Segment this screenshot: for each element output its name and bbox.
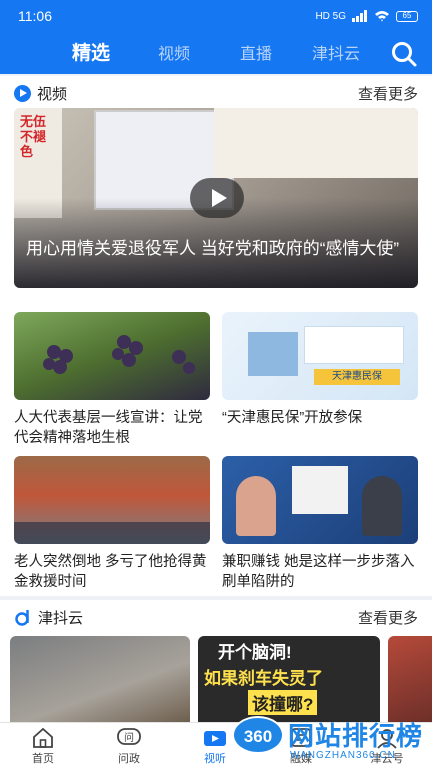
video-thumb-grapes[interactable]	[14, 312, 210, 400]
hero-video[interactable]: 无伍不褪色 用心用情关爱退役军人 当好党和政府的“感情大使”	[14, 108, 418, 288]
video-play-icon	[14, 84, 31, 102]
channel-tabs: 精选 视频 直播 津抖云	[0, 36, 432, 70]
watermark-text: 网站排行榜	[288, 721, 424, 751]
video-caption-3[interactable]: 老人突然倒地 多亏了他抢得黄金救援时间	[14, 552, 210, 592]
anchor-right-image	[362, 476, 402, 536]
video-thumb-huiminbao[interactable]: 天津惠民保	[222, 312, 418, 400]
tab-jindouyun[interactable]: 津抖云	[312, 40, 360, 64]
svg-text:问: 问	[124, 731, 134, 744]
jindouyun-title-label: 津抖云	[38, 609, 84, 627]
news-graphic-image	[292, 466, 348, 514]
battery-icon: 65	[396, 10, 418, 22]
video-caption-1[interactable]: 人大代表基层一线宣讲：让党代会精神落地生根	[14, 408, 210, 448]
huiminbao-badge: 天津惠民保	[314, 369, 400, 385]
bottom-nav-wenzheng[interactable]: 问 问政	[94, 725, 164, 766]
jindouyun-more-link[interactable]: 查看更多	[358, 607, 418, 628]
jindouyun-section-title: 津抖云	[14, 607, 83, 628]
banner-image	[214, 108, 418, 178]
status-time: 11:06	[18, 8, 52, 24]
video-section-header: 视频 查看更多	[0, 76, 432, 110]
watermark: 360 网站排行榜 WANGZHAN360.CN	[228, 700, 432, 768]
video-title-label: 视频	[37, 85, 68, 103]
video-thumb-news[interactable]	[222, 456, 418, 544]
bottom-nav-home[interactable]: 首页	[8, 725, 78, 766]
rescue-caption-strip	[14, 522, 210, 544]
signal-label: HD 5G	[315, 10, 346, 22]
hero-title: 用心用情关爱退役军人 当好党和政府的“感情大使”	[26, 239, 400, 258]
watermark-subtext: WANGZHAN360.CN	[290, 750, 396, 761]
jindouyun-card-1[interactable]	[10, 636, 190, 722]
video-more-link[interactable]: 查看更多	[358, 83, 418, 104]
anchor-left-image	[236, 476, 276, 536]
grapes-image	[43, 335, 195, 374]
cellular-icon	[352, 10, 367, 22]
tab-live[interactable]: 直播	[240, 40, 272, 64]
status-bar: 11:06 HD 5G 65	[0, 0, 432, 32]
status-icons: HD 5G 65	[315, 10, 418, 22]
card2-text-line2: 如果刹车失灵了	[204, 669, 323, 688]
jindouyun-logo-icon	[15, 610, 29, 626]
watermark-badge: 360	[232, 716, 284, 754]
top-bar: 11:06 HD 5G 65 精选 视频 直播 津抖云	[0, 0, 432, 74]
play-icon[interactable]	[190, 178, 244, 218]
video-caption-2[interactable]: “天津惠民保”开放参保	[222, 408, 418, 428]
tab-selected[interactable]: 精选	[72, 38, 110, 65]
building-image	[248, 332, 298, 376]
tab-video[interactable]: 视频	[158, 40, 190, 64]
wifi-icon	[375, 11, 389, 22]
video-caption-4[interactable]: 兼职赚钱 她是这样一步步落入刷单陷阱的	[222, 552, 418, 592]
tv-icon	[204, 731, 226, 746]
question-icon: 问	[117, 728, 141, 745]
notice-image	[304, 326, 404, 364]
home-icon	[33, 727, 53, 748]
video-thumb-rescue[interactable]	[14, 456, 210, 544]
search-icon[interactable]	[390, 40, 418, 68]
card2-text-line1: 开个脑洞!	[218, 643, 292, 662]
jindouyun-section-header: 津抖云 查看更多	[0, 600, 432, 634]
video-section-title: 视频	[14, 83, 67, 104]
